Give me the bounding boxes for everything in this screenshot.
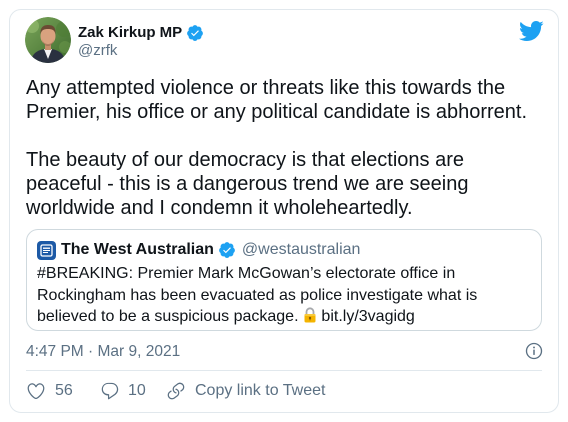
like-button[interactable]: 56 (26, 381, 73, 401)
author-handle[interactable]: @zrfk (78, 41, 117, 61)
info-icon[interactable] (525, 342, 543, 360)
quoted-text-line: believed to be a suspicious package. bit… (37, 306, 477, 328)
tweet-text-line: worldwide and I condemn it wholeheartedl… (26, 197, 413, 219)
tweet-text-line: Premier, his office or any political can… (26, 101, 528, 123)
author-name-row[interactable]: Zak Kirkup MP (78, 23, 204, 43)
quoted-tweet-text: #BREAKING: Premier Mark McGowan’s electo… (37, 263, 477, 328)
quoted-author-row[interactable]: The West Australian @westaustralian (61, 240, 360, 260)
quoted-text-segment: believed to be a suspicious package. (37, 308, 299, 325)
twitter-bird-icon[interactable] (518, 18, 544, 44)
author-name[interactable]: Zak Kirkup MP (78, 23, 182, 43)
verified-badge-icon (186, 24, 204, 42)
quoted-author-name[interactable]: The West Australian (61, 240, 214, 260)
tweet-text-line: Any attempted violence or threats like t… (26, 77, 506, 99)
tweet-timestamp[interactable]: 4:47 PM · Mar 9, 2021 (26, 342, 180, 362)
tweet-paragraph: The beauty of our democracy is that elec… (26, 148, 527, 220)
quoted-text-line: #BREAKING: Premier Mark McGowan’s electo… (37, 265, 456, 282)
quoted-text-line: Rockingham has been evacuated as police … (37, 286, 478, 304)
copy-link-label: Copy link to Tweet (195, 382, 326, 399)
verified-badge-icon (218, 241, 236, 259)
tweet-card: Zak Kirkup MP @zrfk Any attempted violen… (9, 9, 559, 413)
heart-icon (26, 381, 46, 401)
like-count: 56 (55, 382, 73, 399)
tweet-paragraph: Any attempted violence or threats like t… (26, 76, 527, 124)
reply-button[interactable]: 10 (100, 381, 146, 401)
tweet-text-line: The beauty of our democracy is that elec… (26, 149, 465, 171)
west-australian-logo (37, 241, 56, 260)
tweet-text: Any attempted violence or threats like t… (26, 76, 527, 220)
quoted-author-handle[interactable]: @westaustralian (242, 240, 361, 260)
lock-icon (303, 307, 317, 323)
link-icon (166, 381, 186, 401)
copy-link-button[interactable]: Copy link to Tweet (166, 381, 325, 401)
avatar-photo (25, 17, 71, 63)
reply-count: 10 (128, 382, 146, 399)
quoted-tweet-card[interactable]: The West Australian @westaustralian #BRE… (26, 229, 542, 331)
tweet-text-line: peaceful - this is a dangerous trend we … (26, 173, 469, 195)
reply-icon (100, 381, 120, 401)
shortened-link[interactable]: bit.ly/3vagidg (321, 308, 414, 325)
avatar[interactable] (25, 17, 71, 63)
divider (26, 370, 542, 371)
